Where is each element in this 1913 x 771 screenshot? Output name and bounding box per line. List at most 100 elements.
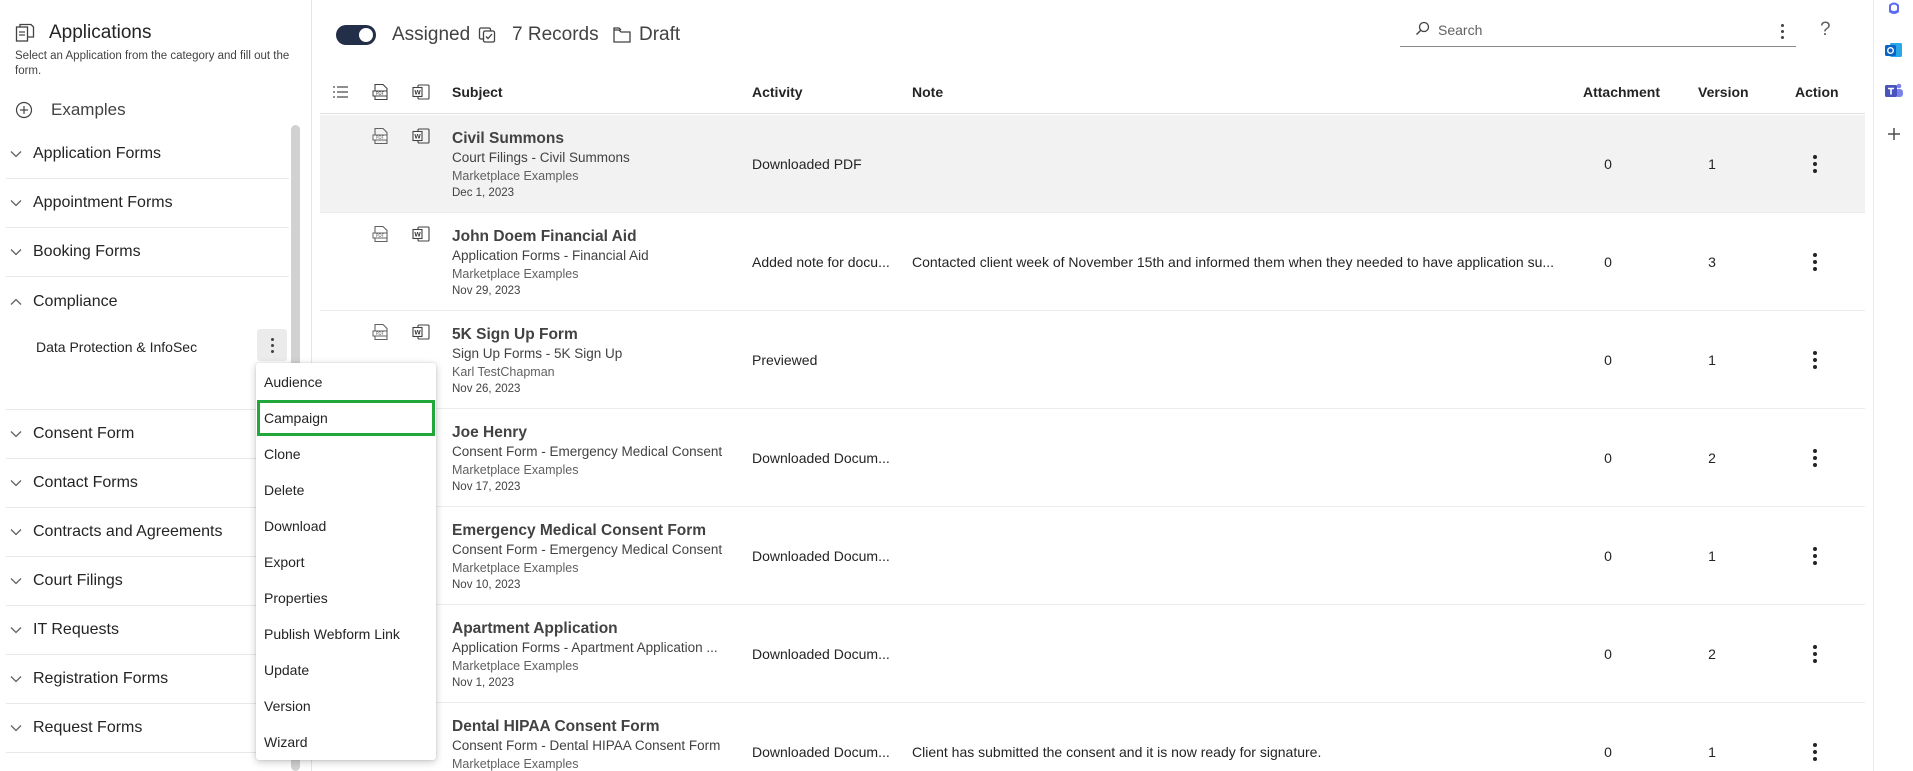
row-action-button[interactable] xyxy=(1807,443,1823,473)
category-registration-forms[interactable]: Registration Forms xyxy=(6,655,289,704)
category-label: Request Forms xyxy=(33,719,143,736)
row-subject[interactable]: Joe Henry Consent Form - Emergency Medic… xyxy=(452,423,742,495)
subcategory-more-button[interactable] xyxy=(257,329,287,361)
help-button[interactable]: ? xyxy=(1820,19,1831,41)
search-box[interactable] xyxy=(1400,17,1796,47)
assigned-toggle[interactable] xyxy=(336,25,376,45)
column-action[interactable]: Action xyxy=(1795,84,1839,100)
table-row[interactable]: PDF W John Doem Financial Aid Applicatio… xyxy=(320,213,1865,311)
toolbar-more-button[interactable] xyxy=(1774,18,1790,44)
category-court-filings[interactable]: Court Filings xyxy=(6,557,289,606)
examples-label: Examples xyxy=(51,100,126,119)
category-consent-form[interactable]: Consent Form xyxy=(6,410,289,459)
row-subject[interactable]: Dental HIPAA Consent Form Consent Form -… xyxy=(452,717,742,771)
menu-item-wizard[interactable]: Wizard xyxy=(256,724,436,760)
row-action-button[interactable] xyxy=(1807,737,1823,767)
table-row[interactable]: Dental HIPAA Consent Form Consent Form -… xyxy=(320,703,1865,771)
menu-item-delete[interactable]: Delete xyxy=(256,472,436,508)
category-label: Court Filings xyxy=(33,572,123,589)
row-action-button[interactable] xyxy=(1807,247,1823,277)
subcategory-data-protection[interactable]: Data Protection & InfoSec xyxy=(6,326,289,368)
menu-item-audience[interactable]: Audience xyxy=(256,364,436,400)
column-attachment[interactable]: Attachment xyxy=(1583,84,1660,100)
word-icon[interactable]: W xyxy=(412,225,430,243)
row-action-button[interactable] xyxy=(1807,149,1823,179)
category-request-forms[interactable]: Request Forms xyxy=(6,704,289,753)
subject-category: Consent Form - Dental HIPAA Consent Form xyxy=(452,738,721,753)
table-row[interactable]: Joe Henry Consent Form - Emergency Medic… xyxy=(320,409,1865,507)
chevron-up-icon xyxy=(10,298,22,305)
menu-item-publish-webform-link[interactable]: Publish Webform Link xyxy=(256,616,436,652)
word-icon[interactable]: W xyxy=(412,323,430,341)
draft-icon[interactable] xyxy=(612,25,632,45)
word-icon[interactable]: W xyxy=(412,127,430,145)
menu-item-download[interactable]: Download xyxy=(256,508,436,544)
row-note xyxy=(912,115,1567,213)
category-it-requests[interactable]: IT Requests xyxy=(6,606,289,655)
chevron-down-icon xyxy=(10,151,22,158)
category-compliance[interactable]: Compliance xyxy=(6,277,289,326)
row-action-button[interactable] xyxy=(1807,639,1823,669)
category-application-forms[interactable]: Application Forms xyxy=(6,130,289,179)
pdf-icon[interactable]: PDF xyxy=(372,127,390,145)
row-note xyxy=(912,605,1567,703)
column-version[interactable]: Version xyxy=(1698,84,1749,100)
category-label: Application Forms xyxy=(33,145,162,162)
add-app-icon[interactable] xyxy=(1884,124,1904,144)
category-appointment-forms[interactable]: Appointment Forms xyxy=(6,179,289,228)
subject-owner: Karl TestChapman xyxy=(452,365,555,379)
pdf-icon[interactable]: PDF xyxy=(372,323,390,341)
menu-item-properties[interactable]: Properties xyxy=(256,580,436,616)
menu-item-update[interactable]: Update xyxy=(256,652,436,688)
row-subject[interactable]: Emergency Medical Consent Form Consent F… xyxy=(452,521,742,593)
chevron-down-icon xyxy=(10,676,22,683)
table-row[interactable]: PDF W 5K Sign Up Form Sign Up Forms - 5K… xyxy=(320,311,1865,409)
search-input[interactable] xyxy=(1438,18,1738,42)
row-attachment-count: 0 xyxy=(1604,156,1612,172)
row-subject[interactable]: 5K Sign Up Form Sign Up Forms - 5K Sign … xyxy=(452,325,742,397)
word-icon[interactable]: W xyxy=(412,83,430,101)
category-list: Application Forms Appointment Forms Book… xyxy=(6,130,289,753)
menu-item-clone[interactable]: Clone xyxy=(256,436,436,472)
chevron-down-icon xyxy=(10,200,22,207)
outlook-icon[interactable] xyxy=(1884,40,1904,60)
copilot-icon[interactable] xyxy=(1884,0,1904,20)
menu-item-export[interactable]: Export xyxy=(256,544,436,580)
subject-category: Application Forms - Financial Aid xyxy=(452,248,649,263)
category-contracts-agreements[interactable]: Contracts and Agreements xyxy=(6,508,289,557)
menu-item-version[interactable]: Version xyxy=(256,688,436,724)
records-icon[interactable] xyxy=(478,25,498,45)
table-row[interactable]: Apartment Application Application Forms … xyxy=(320,605,1865,703)
pdf-icon[interactable]: PDF xyxy=(372,83,390,101)
subcategory-spacer xyxy=(6,368,289,410)
subject-category: Consent Form - Emergency Medical Consent xyxy=(452,444,723,459)
table-row[interactable]: Emergency Medical Consent Form Consent F… xyxy=(320,507,1865,605)
category-booking-forms[interactable]: Booking Forms xyxy=(6,228,289,277)
chevron-down-icon xyxy=(10,627,22,634)
menu-item-campaign[interactable]: Campaign xyxy=(257,400,435,436)
panel-description: Select an Application from the category … xyxy=(15,50,290,77)
subject-category: Court Filings - Civil Summons xyxy=(452,150,630,165)
row-action-button[interactable] xyxy=(1807,541,1823,571)
row-subject[interactable]: Civil Summons Court Filings - Civil Summ… xyxy=(452,129,742,201)
row-attachment-count: 0 xyxy=(1604,450,1612,466)
column-note[interactable]: Note xyxy=(912,84,943,100)
subject-date: Nov 17, 2023 xyxy=(452,481,521,493)
table-row[interactable]: PDF W Civil Summons Court Filings - Civi… xyxy=(320,115,1865,213)
category-contact-forms[interactable]: Contact Forms xyxy=(6,459,289,508)
teams-icon[interactable] xyxy=(1884,81,1904,101)
row-note: Contacted client week of November 15th a… xyxy=(912,254,1555,270)
list-icon[interactable] xyxy=(332,83,350,101)
pdf-icon[interactable]: PDF xyxy=(372,225,390,243)
examples-button[interactable]: Examples xyxy=(15,100,126,120)
column-subject[interactable]: Subject xyxy=(452,84,503,100)
category-label: IT Requests xyxy=(33,621,119,638)
assigned-label: Assigned xyxy=(392,24,471,45)
subject-title: Apartment Application xyxy=(452,620,618,637)
row-subject[interactable]: John Doem Financial Aid Application Form… xyxy=(452,227,742,299)
row-activity: Added note for docu... xyxy=(752,254,890,270)
row-subject[interactable]: Apartment Application Application Forms … xyxy=(452,619,742,691)
row-action-button[interactable] xyxy=(1807,345,1823,375)
chevron-down-icon xyxy=(10,529,22,536)
column-activity[interactable]: Activity xyxy=(752,84,803,100)
